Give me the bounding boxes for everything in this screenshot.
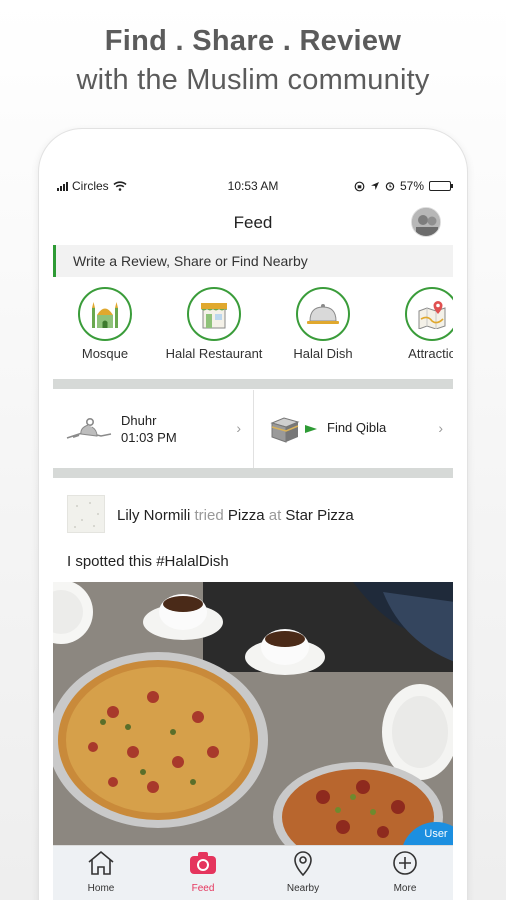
section-divider [53,379,453,389]
tab-label: More [393,883,417,894]
post-caption: I spotted this #HalalDish [67,553,229,570]
pizza-photo [53,582,453,846]
tab-more[interactable]: More [365,850,445,894]
post-place-link[interactable]: Star Pizza [285,507,353,524]
tab-label: Feed [191,883,215,894]
battery-percent: 57% [399,179,424,193]
location-pin-icon [294,851,312,877]
category-halal-restaurant[interactable]: Halal Restaurant [159,287,269,361]
promo-subheadline: with the Muslim community [76,64,430,96]
prayer-time: 01:03 PM [121,430,177,445]
battery-icon [429,181,453,191]
chevron-right-icon: › [438,420,443,436]
prayer-mat-icon [66,417,112,439]
tab-nearby[interactable]: Nearby [263,850,343,894]
post-header: Lily Normili tried Pizza at Star Pizza [53,485,453,535]
tab-label: Nearby [286,883,320,894]
status-bar: Circles 10:53 AM 57% [53,179,453,195]
tab-home[interactable]: Home [61,850,141,894]
prayer-name: Dhuhr [121,413,157,428]
find-qibla-label: Find Qibla [327,420,387,435]
promo-header: Find . Share . Review with the Muslim co… [0,22,506,100]
category-mosque[interactable]: Mosque [53,287,160,361]
post-dish-link[interactable]: Pizza [228,507,265,524]
phone-frame: Circles 10:53 AM 57% Feed Write a Review… [38,128,468,900]
bottom-tab-bar: Home Feed Nearby More [53,845,453,900]
info-widgets: Dhuhr 01:03 PM › Find Qibla › [53,390,453,468]
app-header: Feed [39,207,467,247]
category-label: Attractio [408,346,453,361]
post-user-link[interactable]: Lily Normili [117,507,190,524]
tab-feed[interactable]: Feed [163,850,243,894]
category-label: Halal Dish [293,346,353,361]
location-arrow-icon [370,182,379,190]
user-thumbnail[interactable] [67,495,105,533]
category-label: Halal Restaurant [165,346,263,361]
promo-headline: Find . Share . Review [104,25,402,57]
home-icon [88,850,114,875]
section-divider [53,468,453,478]
category-halal-dish[interactable]: Halal Dish [268,287,378,361]
post-title: Lily Normili tried Pizza at Star Pizza [117,507,354,524]
write-review-prompt[interactable]: Write a Review, Share or Find Nearby [53,245,453,277]
category-label: Mosque [81,346,129,361]
alarm-icon [385,182,395,191]
cloche-icon [307,304,339,324]
prayer-time-widget[interactable]: Dhuhr 01:03 PM › [53,390,254,468]
camera-icon [190,852,216,874]
map-pin-icon [418,301,446,329]
page-title: Feed [233,213,273,232]
chevron-right-icon: › [236,420,241,436]
avatar[interactable] [411,207,441,237]
user-badge-label: User [424,828,448,840]
post-photo[interactable]: User [53,582,453,846]
category-attractions[interactable]: Attractio [377,287,453,361]
category-row: Mosque Halal Restaurant Halal Dish Attra… [53,287,453,367]
kaaba-icon [270,417,317,443]
post-at: at [268,507,282,524]
find-qibla-widget[interactable]: Find Qibla › [255,390,455,468]
tab-label: Home [87,883,115,894]
rotation-lock-icon [354,181,365,191]
pattern-image [74,502,99,528]
restaurant-icon [201,303,227,329]
post-verb: tried [194,507,224,524]
mosque-icon [92,302,118,328]
plus-circle-icon [393,851,417,875]
